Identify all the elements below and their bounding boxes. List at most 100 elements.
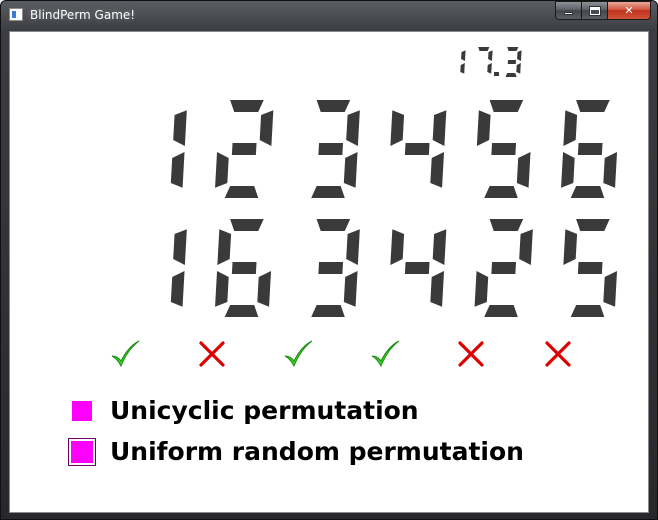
- segment-e: [561, 152, 575, 188]
- close-button[interactable]: ✕: [607, 1, 651, 20]
- segment-b: [173, 110, 187, 146]
- segment-e: [215, 271, 229, 307]
- segment-e: [474, 271, 489, 307]
- segment-f: [563, 110, 578, 146]
- segment-c: [343, 152, 358, 188]
- segment-b: [346, 229, 360, 265]
- timer-display: 173: [460, 47, 522, 77]
- check-icon: [284, 340, 313, 368]
- top-digit-4: 4: [390, 110, 447, 188]
- segment-f: [476, 110, 491, 146]
- close-icon: ✕: [624, 4, 634, 17]
- segment-g: [491, 143, 517, 155]
- segment-a: [230, 219, 264, 231]
- segment-c: [257, 271, 272, 307]
- unicyclic-swatch: [72, 400, 92, 421]
- minimize-icon: [564, 12, 573, 15]
- segment-a: [316, 219, 351, 231]
- segment-b: [488, 50, 493, 61]
- segment-g: [491, 262, 517, 274]
- segment-d: [311, 305, 345, 317]
- bottom-digit-row: 163425: [170, 219, 618, 317]
- segment-d: [570, 305, 605, 317]
- legend-label: Uniform random permutation: [110, 437, 524, 466]
- timer-decimal-point: [494, 72, 499, 76]
- app-window: BlindPerm Game! ✕ 173 123456 163425 Unic…: [0, 0, 658, 520]
- game-canvas: 173 123456 163425 Unicyclic permutation …: [9, 31, 649, 513]
- top-digit-1: 1: [170, 110, 187, 188]
- cross-icon: [458, 341, 484, 367]
- legend-item-unicyclic[interactable]: Unicyclic permutation: [72, 396, 419, 425]
- check-icon: [371, 340, 399, 368]
- timer-digit: 3: [505, 47, 522, 77]
- maximize-icon: [588, 5, 601, 16]
- segment-g: [404, 143, 430, 155]
- segment-a: [489, 100, 524, 112]
- segment-a: [576, 219, 610, 231]
- uniform-swatch: [68, 437, 96, 466]
- segment-b: [432, 110, 447, 146]
- segment-d: [484, 305, 518, 317]
- segment-c: [430, 271, 445, 307]
- segment-g: [231, 262, 257, 274]
- segment-g: [318, 262, 344, 274]
- app-icon: [9, 8, 23, 21]
- segment-a: [316, 100, 351, 112]
- segment-g: [318, 143, 344, 155]
- segment-f: [563, 229, 578, 265]
- bottom-digit-3: 3: [311, 219, 360, 317]
- segment-f: [390, 229, 405, 265]
- segment-c: [170, 271, 185, 307]
- cross-icon: [544, 341, 571, 367]
- segment-b: [173, 229, 187, 265]
- segment-e: [215, 152, 229, 188]
- minimize-button[interactable]: [555, 1, 581, 20]
- segment-d: [311, 186, 345, 198]
- segment-g: [577, 143, 603, 155]
- title-bar[interactable]: BlindPerm Game! ✕: [1, 1, 657, 31]
- segment-b: [519, 229, 533, 265]
- segment-d: [570, 186, 605, 198]
- timer-digit: 1: [460, 50, 466, 74]
- bottom-digit-5: 2: [474, 219, 533, 317]
- segment-f: [390, 110, 405, 146]
- segment-b: [346, 110, 360, 146]
- segment-c: [487, 63, 492, 74]
- segment-a: [576, 100, 610, 112]
- top-digit-row: 123456: [170, 100, 618, 198]
- segment-d: [484, 186, 518, 198]
- segment-d: [505, 73, 517, 77]
- segment-d: [224, 186, 259, 198]
- segment-c: [603, 152, 618, 188]
- caption-buttons: ✕: [555, 1, 651, 21]
- segment-g: [404, 262, 430, 274]
- bottom-digit-1: 1: [170, 229, 187, 307]
- maximize-button[interactable]: [581, 1, 607, 20]
- check-icon: [111, 340, 140, 368]
- segment-b: [432, 229, 447, 265]
- top-digit-5: 5: [476, 100, 531, 198]
- segment-c: [603, 271, 618, 307]
- legend-label: Unicyclic permutation: [110, 396, 419, 425]
- segment-b: [461, 50, 466, 61]
- segment-b: [259, 110, 274, 146]
- segment-g: [231, 143, 257, 155]
- cross-icon: [198, 341, 225, 367]
- segment-c: [170, 152, 185, 188]
- legend-item-uniform[interactable]: Uniform random permutation: [68, 437, 524, 466]
- top-digit-3: 3: [311, 100, 360, 198]
- segment-b: [517, 50, 522, 61]
- top-digit-2: 2: [215, 100, 274, 198]
- segment-c: [430, 152, 445, 188]
- timer-digit: 7: [478, 47, 493, 74]
- segment-d: [224, 305, 259, 317]
- segment-a: [478, 47, 490, 51]
- segment-a: [489, 219, 524, 231]
- top-digit-6: 6: [561, 100, 618, 198]
- segment-c: [516, 152, 531, 188]
- segment-f: [217, 229, 232, 265]
- bottom-digit-2: 6: [215, 219, 272, 317]
- segment-c: [516, 63, 521, 74]
- bottom-digit-4: 4: [390, 229, 447, 307]
- window-title: BlindPerm Game!: [30, 8, 136, 22]
